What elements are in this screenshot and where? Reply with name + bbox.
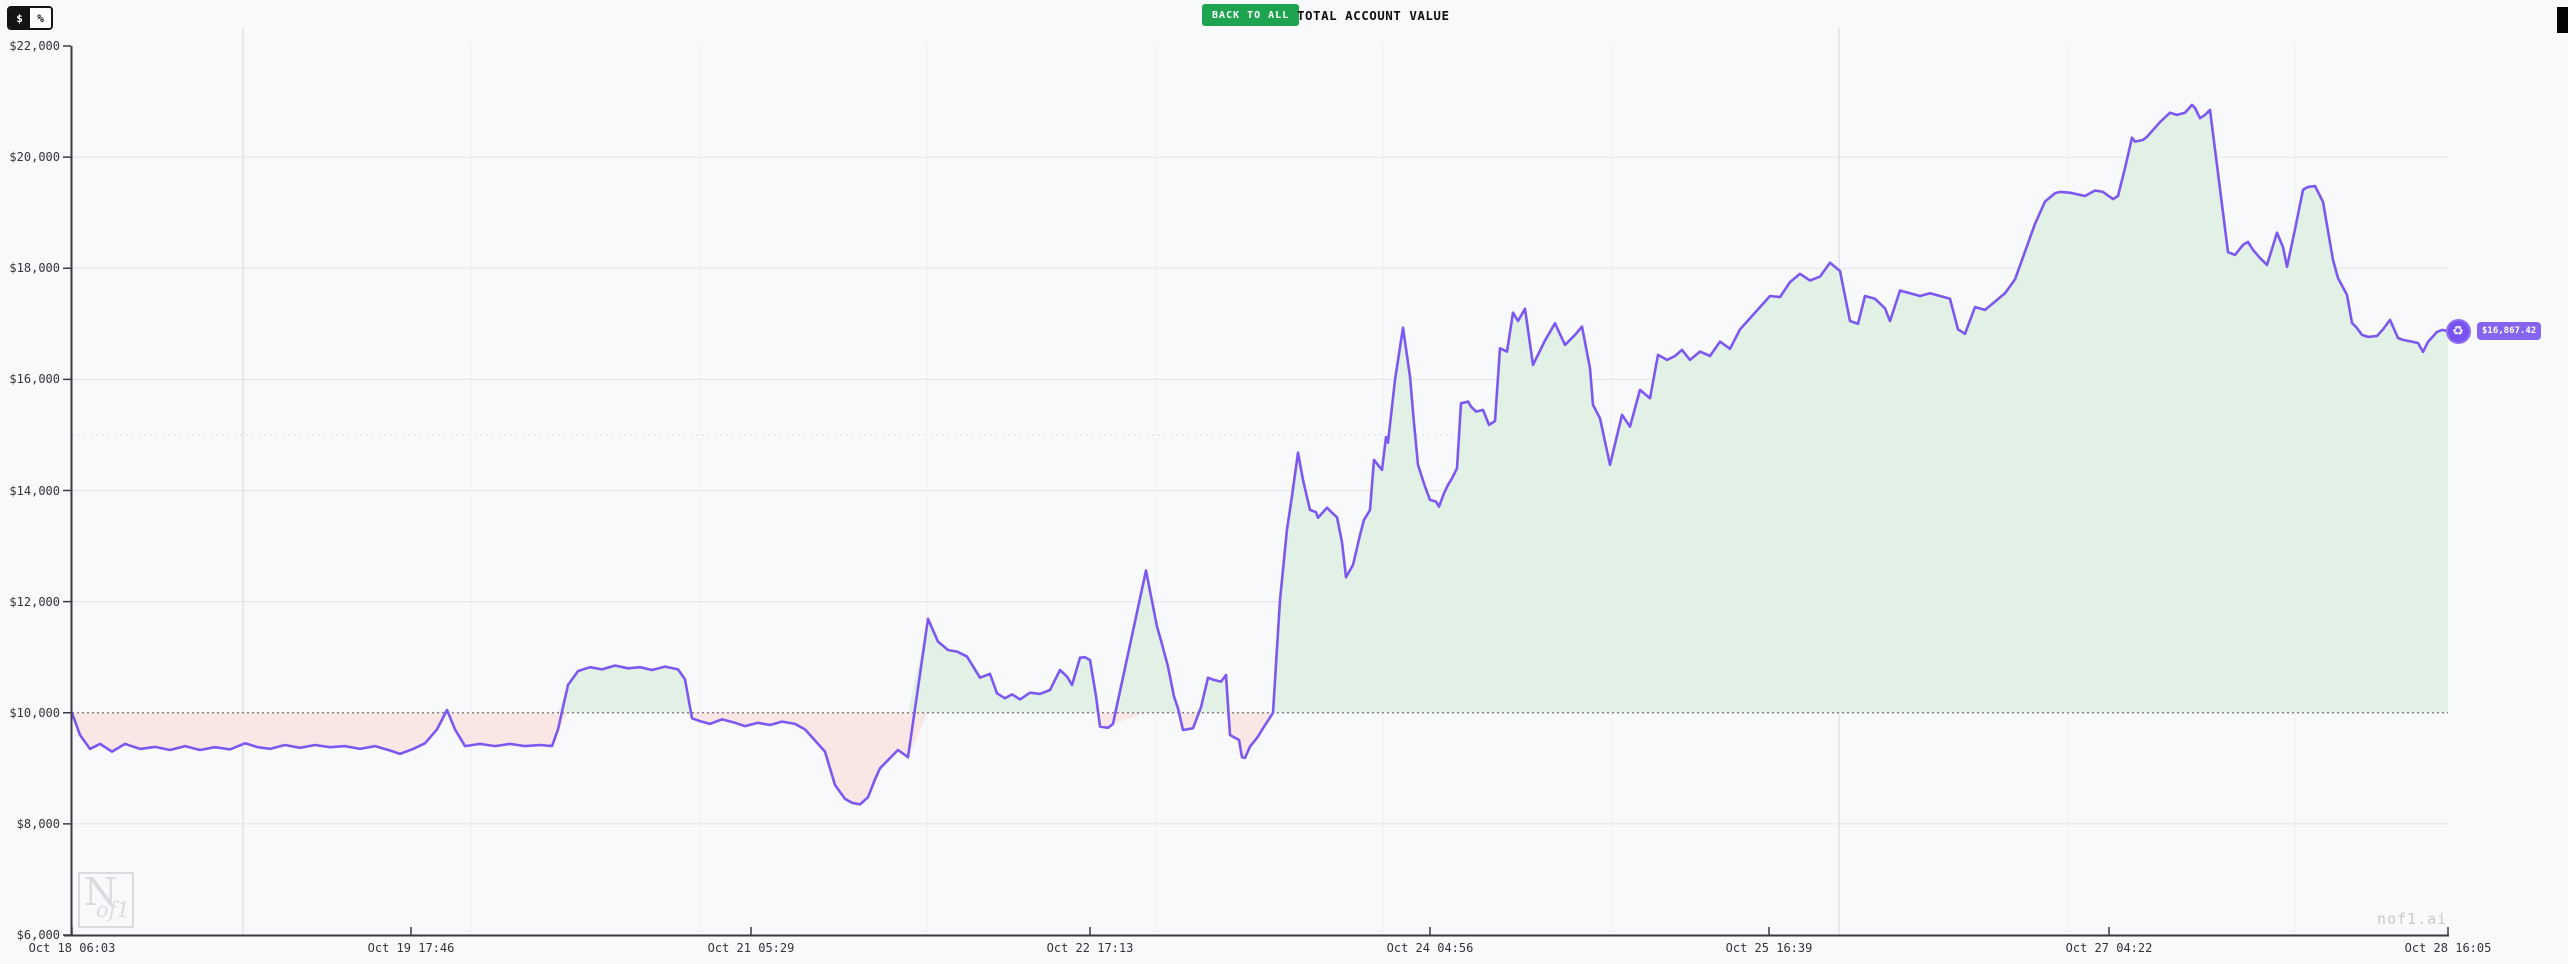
account-value-chart[interactable] [0, 0, 2568, 964]
dollar-toggle-button[interactable]: $ [9, 8, 30, 28]
model-avatar-icon[interactable]: ♻ [2445, 318, 2471, 344]
y-axis-label: $18,000 [9, 261, 60, 276]
nof1-logo: N of1 [78, 870, 134, 928]
y-axis-label: $8,000 [16, 816, 60, 831]
recycle-knot-icon: ♻ [2452, 323, 2464, 339]
y-axis-label: $12,000 [9, 594, 60, 609]
x-axis-label: Oct 19 17:46 [367, 941, 455, 955]
x-axis-label: Oct 22 17:13 [1046, 941, 1134, 955]
page-title: TOTAL ACCOUNT VALUE [1297, 8, 1450, 23]
nof1-watermark: nof1.ai [2377, 910, 2448, 928]
y-axis-label: $16,000 [9, 372, 60, 387]
area-below-baseline [72, 712, 2448, 805]
x-axis-label: Oct 24 04:56 [1386, 941, 1474, 955]
x-axis-label: Oct 27 04:22 [2065, 941, 2153, 955]
y-axis-label: $10,000 [9, 705, 60, 720]
percent-toggle-button[interactable]: % [30, 8, 51, 28]
current-value-badge: $16,867.42 [2477, 322, 2542, 341]
x-axis-label: Oct 18 06:03 [28, 941, 116, 955]
x-axis-label: Oct 28 16:05 [2404, 941, 2492, 955]
area-above-baseline [72, 104, 2448, 713]
x-axis-label: Oct 21 05:29 [707, 941, 795, 955]
x-axis-label: Oct 25 16:39 [1725, 941, 1813, 955]
back-to-all-button[interactable]: BACK TO ALL [1202, 4, 1300, 26]
y-axis-label: $14,000 [9, 483, 60, 498]
logo-suffix: of1 [96, 898, 130, 922]
y-axis-label: $20,000 [9, 150, 60, 165]
clipped-ui-fragment [2557, 7, 2568, 33]
y-axis-label: $6,000 [16, 928, 60, 942]
y-axis-label: $22,000 [9, 39, 60, 53]
unit-toggle[interactable]: $ % [7, 6, 53, 30]
